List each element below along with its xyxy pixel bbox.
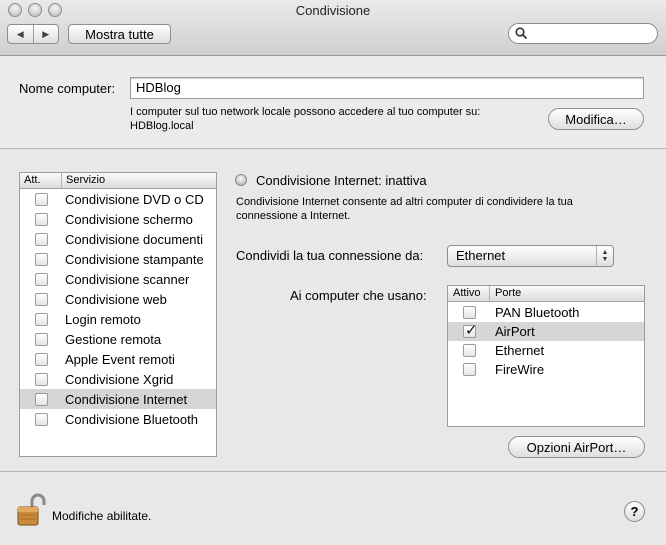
port-checkbox[interactable]: [463, 363, 476, 376]
service-checkbox[interactable]: [35, 292, 48, 306]
service-row-scanner[interactable]: Condivisione scanner: [20, 269, 216, 289]
local-address-info: I computer sul tuo network locale posson…: [130, 106, 481, 118]
service-checkbox[interactable]: [35, 192, 48, 206]
back-arrow-icon[interactable]: ◀: [8, 25, 33, 43]
service-row-screen[interactable]: Condivisione schermo: [20, 209, 216, 229]
service-row-bluetooth[interactable]: Condivisione Bluetooth: [20, 409, 216, 429]
ports-header: Attivo Porte: [448, 286, 644, 302]
port-name: Ethernet: [495, 343, 545, 358]
computer-name-section: Nome computer: HDBlog I computer sul tuo…: [0, 57, 666, 149]
sharing-description-line2: connessione a Internet.: [236, 210, 351, 222]
system-preferences-window: Condivisione ◀ ▶ Mostra tutte Nome compu…: [0, 0, 666, 545]
share-from-popup[interactable]: Ethernet ▲ ▼: [447, 245, 614, 267]
service-checkbox[interactable]: [35, 372, 48, 386]
port-checkbox[interactable]: ✓: [463, 322, 478, 339]
service-name: Condivisione DVD o CD: [65, 191, 204, 207]
share-from-label: Condividi la tua connessione da:: [236, 248, 424, 263]
port-checkbox[interactable]: [463, 344, 476, 357]
service-name: Login remoto: [65, 311, 141, 327]
service-name: Gestione remota: [65, 331, 162, 347]
service-checkbox[interactable]: [35, 232, 48, 246]
service-name: Condivisione Bluetooth: [65, 411, 198, 427]
service-checkbox[interactable]: [35, 212, 48, 226]
port-checkbox[interactable]: [463, 306, 476, 319]
search-field[interactable]: [508, 23, 658, 44]
service-name: Apple Event remoti: [65, 351, 175, 367]
service-checkbox[interactable]: [35, 412, 48, 426]
checkmark-icon: ✓: [465, 322, 478, 339]
footer: Modifiche abilitate. ?: [0, 473, 666, 545]
sharing-section: Att. Servizio Condivisione DVD o CD Cond…: [0, 150, 666, 472]
service-checkbox[interactable]: [35, 392, 48, 406]
column-service[interactable]: Servizio: [62, 173, 105, 188]
service-row-remote-login[interactable]: Login remoto: [20, 309, 216, 329]
sharing-status: Condivisione Internet: inattiva: [256, 173, 427, 188]
column-on[interactable]: Att.: [20, 173, 62, 188]
service-name: Condivisione schermo: [65, 211, 193, 227]
edit-name-button[interactable]: Modifica…: [548, 108, 644, 130]
service-checkbox[interactable]: [35, 252, 48, 266]
service-name: Condivisione web: [65, 291, 167, 307]
port-row-ethernet[interactable]: Ethernet: [448, 341, 644, 360]
port-name: PAN Bluetooth: [495, 305, 580, 320]
to-computers-label: Ai computer che usano:: [290, 288, 427, 303]
services-header: Att. Servizio: [20, 173, 216, 189]
service-name: Condivisione Xgrid: [65, 371, 174, 387]
computer-name-label: Nome computer:: [19, 81, 116, 96]
service-name: Condivisione Internet: [65, 391, 188, 407]
show-all-button[interactable]: Mostra tutte: [68, 24, 171, 44]
local-hostname: HDBlog.local: [130, 120, 194, 132]
computer-name-field[interactable]: HDBlog: [130, 77, 644, 99]
unlocked-padlock-icon[interactable]: [16, 493, 46, 527]
service-row-files[interactable]: Condivisione documenti: [20, 229, 216, 249]
services-list: Att. Servizio Condivisione DVD o CD Cond…: [19, 172, 217, 457]
help-button[interactable]: ?: [624, 501, 645, 522]
status-indicator-icon: [235, 174, 247, 186]
magnifier-icon: [515, 27, 528, 40]
port-row-firewire[interactable]: FireWire: [448, 360, 644, 379]
share-from-value: Ethernet: [456, 248, 506, 263]
nav-back-forward: ◀ ▶: [7, 24, 59, 44]
service-checkbox[interactable]: [35, 272, 48, 286]
port-row-airport[interactable]: ✓ AirPort: [448, 322, 644, 341]
service-row-apple-events[interactable]: Apple Event remoti: [20, 349, 216, 369]
window-title: Condivisione: [295, 3, 371, 18]
service-checkbox[interactable]: [35, 352, 48, 366]
service-row-web[interactable]: Condivisione web: [20, 289, 216, 309]
sharing-description-line1: Condivisione Internet consente ad altri …: [236, 196, 573, 208]
lock-status-text: Modifiche abilitate.: [52, 509, 152, 523]
service-checkbox[interactable]: [35, 312, 48, 326]
port-name: FireWire: [495, 362, 545, 377]
airport-options-button[interactable]: Opzioni AirPort…: [508, 436, 645, 458]
column-active[interactable]: Attivo: [448, 286, 490, 301]
column-ports[interactable]: Porte: [490, 286, 521, 301]
service-name: Condivisione scanner: [65, 271, 190, 287]
service-row-remote-management[interactable]: Gestione remota: [20, 329, 216, 349]
service-name: Condivisione documenti: [65, 231, 204, 247]
forward-arrow-icon[interactable]: ▶: [32, 25, 59, 43]
service-row-printer[interactable]: Condivisione stampante: [20, 249, 216, 269]
service-row-xgrid[interactable]: Condivisione Xgrid: [20, 369, 216, 389]
popup-arrows-icon: ▲ ▼: [596, 246, 613, 266]
ports-list: Attivo Porte PAN Bluetooth ✓ AirPort Ethe…: [447, 285, 645, 427]
title-bar: Condivisione ◀ ▶ Mostra tutte: [0, 0, 666, 56]
service-name: Condivisione stampante: [65, 251, 204, 267]
service-row-dvd[interactable]: Condivisione DVD o CD: [20, 189, 216, 209]
service-row-internet[interactable]: Condivisione Internet: [20, 389, 216, 409]
port-name: AirPort: [495, 324, 535, 339]
service-checkbox[interactable]: [35, 332, 48, 346]
port-row-pan-bluetooth[interactable]: PAN Bluetooth: [448, 303, 644, 322]
